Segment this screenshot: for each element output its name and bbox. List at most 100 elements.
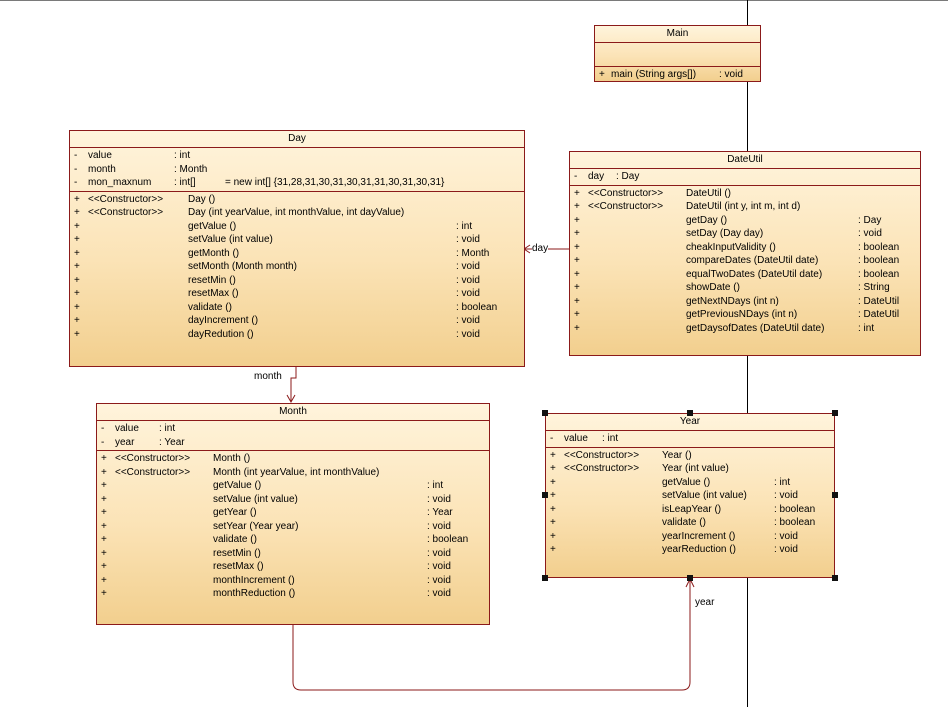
operation-row[interactable]: + resetMax (): void	[97, 560, 489, 574]
operation-row[interactable]: + <<Constructor>> Month ()	[97, 452, 489, 466]
return-type: : boolean	[456, 301, 498, 313]
attribute-row[interactable]: - value: int	[70, 149, 524, 163]
operation-row[interactable]: + getDaysofDates (DateUtil date): int	[570, 322, 920, 336]
operation-row[interactable]: + <<Constructor>> Day (int yearValue, int …	[70, 206, 524, 220]
visibility-marker: +	[74, 193, 80, 205]
operation-name: Day ()	[188, 193, 216, 205]
resize-handle-ne[interactable]	[832, 410, 838, 416]
operation-row[interactable]: + setValue (int value): void	[97, 493, 489, 507]
operation-row[interactable]: + yearIncrement (): void	[546, 530, 834, 544]
operation-row[interactable]: + getYear (): Year	[97, 506, 489, 520]
operation-row[interactable]: + getValue (): int	[546, 476, 834, 490]
visibility-marker: -	[574, 171, 578, 182]
diagram-canvas[interactable]: Main + main (String args[]): void Day - va…	[0, 0, 948, 707]
resize-handle-se[interactable]	[832, 575, 838, 581]
visibility-marker: +	[101, 507, 107, 518]
resize-handle-n[interactable]	[687, 410, 693, 416]
attribute-row[interactable]: - year: Year	[97, 436, 489, 450]
operation-row[interactable]: + getValue (): int	[97, 479, 489, 493]
return-type: : Day	[858, 214, 882, 226]
operation-name: setMonth (Month month)	[188, 261, 297, 272]
attribute-type: : Day	[616, 171, 640, 182]
class-day[interactable]: Day - value: int - month: Month - mon_maxnum:…	[69, 130, 525, 367]
resize-handle-w[interactable]	[542, 492, 548, 498]
stereotype-label: <<Constructor>>	[588, 201, 664, 212]
resize-handle-nw[interactable]	[542, 410, 548, 416]
operation-name: compareDates (DateUtil date)	[686, 255, 819, 266]
attribute-row[interactable]: - value: int	[546, 432, 834, 446]
operation-row[interactable]: + resetMax (): void	[70, 287, 524, 301]
operation-row[interactable]: + getValue (): int	[70, 220, 524, 234]
operation-name: getDay ()	[686, 214, 728, 226]
operation-row[interactable]: + <<Constructor>> Month (int yearValue, in…	[97, 466, 489, 480]
operation-row[interactable]: + resetMin (): void	[97, 547, 489, 561]
return-type: : void	[456, 288, 480, 299]
operations-section: + <<Constructor>> Year () + <<Constructor>> Y…	[546, 448, 834, 558]
operation-row[interactable]: + dayRedution (): void	[70, 328, 524, 342]
return-type: : void	[427, 574, 451, 586]
return-type: : void	[456, 274, 480, 286]
operation-row[interactable]: + cheakInputValidity (): boolean	[570, 241, 920, 255]
operation-name: validate ()	[213, 534, 257, 545]
operation-row[interactable]: + <<Constructor>> Year (int value)	[546, 462, 834, 476]
return-type: : void	[858, 228, 882, 239]
operation-row[interactable]: + monthReduction (): void	[97, 587, 489, 601]
operation-row[interactable]: + yearReduction (): void	[546, 543, 834, 557]
operation-row[interactable]: + showDate (): String	[570, 281, 920, 295]
operation-row[interactable]: + monthIncrement (): void	[97, 574, 489, 588]
operation-row[interactable]: + validate (): boolean	[97, 533, 489, 547]
class-main[interactable]: Main + main (String args[]): void	[594, 25, 761, 82]
visibility-marker: -	[550, 433, 554, 444]
operation-row[interactable]: + getPreviousNDays (int n): DateUtil	[570, 308, 920, 322]
operation-row[interactable]: + setValue (int value): void	[546, 489, 834, 503]
association-label-year[interactable]: year	[695, 597, 715, 608]
operation-row[interactable]: + setDay (Day day): void	[570, 227, 920, 241]
association-label-month[interactable]: month	[254, 371, 282, 382]
operation-row[interactable]: + resetMin (): void	[70, 274, 524, 288]
visibility-marker: +	[550, 476, 556, 488]
operation-row[interactable]: + setMonth (Month month): void	[70, 260, 524, 274]
visibility-marker: +	[101, 493, 107, 505]
visibility-marker: +	[574, 268, 580, 280]
attribute-row[interactable]: - value: int	[97, 422, 489, 436]
attribute-row[interactable]: - mon_maxnum: int[] = new int[] {31,28,31,…	[70, 176, 524, 190]
operation-row[interactable]: + validate (): boolean	[70, 301, 524, 315]
operation-row[interactable]: + getDay (): Day	[570, 214, 920, 228]
operation-name: main (String args[])	[611, 69, 697, 80]
visibility-marker: +	[101, 561, 107, 572]
visibility-marker: -	[101, 436, 105, 448]
operation-row[interactable]: + dayIncrement (): void	[70, 314, 524, 328]
attribute-row[interactable]: - day: Day	[570, 170, 920, 184]
operation-row[interactable]: + setValue (int value): void	[70, 233, 524, 247]
visibility-marker: +	[101, 466, 107, 478]
operation-row[interactable]: + compareDates (DateUtil date): boolean	[570, 254, 920, 268]
resize-handle-sw[interactable]	[542, 575, 548, 581]
resize-handle-e[interactable]	[832, 492, 838, 498]
attribute-row[interactable]: - month: Month	[70, 163, 524, 177]
operation-row[interactable]: + isLeapYear (): boolean	[546, 503, 834, 517]
operation-row[interactable]: + <<Constructor>> DateUtil ()	[570, 187, 920, 201]
operation-name: Year ()	[662, 449, 692, 461]
operation-row[interactable]: + getMonth (): Month	[70, 247, 524, 261]
attribute-type: : int	[159, 423, 176, 434]
operation-row[interactable]: + <<Constructor>> Day ()	[70, 193, 524, 207]
operation-row[interactable]: + setYear (Year year): void	[97, 520, 489, 534]
operation-name: yearReduction ()	[662, 544, 736, 555]
visibility-marker: +	[574, 228, 580, 239]
return-type: : void	[456, 234, 480, 245]
operation-row[interactable]: + main (String args[]): void	[595, 68, 760, 82]
operation-row[interactable]: + <<Constructor>> Year ()	[546, 449, 834, 463]
return-type: : boolean	[858, 268, 900, 280]
class-dateutil[interactable]: DateUtil - day: Day + <<Constructor>> DateU…	[569, 151, 921, 356]
operation-row[interactable]: + validate (): boolean	[546, 516, 834, 530]
operation-row[interactable]: + equalTwoDates (DateUtil date): boolean	[570, 268, 920, 282]
operation-name: DateUtil (int y, int m, int d)	[686, 201, 801, 212]
class-month[interactable]: Month - value: int - year: Year + <<Construc…	[96, 403, 490, 625]
visibility-marker: +	[74, 301, 80, 313]
class-year[interactable]: Year - value: int + <<Constructor>> Year ()…	[545, 413, 835, 578]
resize-handle-s[interactable]	[687, 575, 693, 581]
operation-row[interactable]: + getNextNDays (int n): DateUtil	[570, 295, 920, 309]
class-name: Main	[595, 26, 760, 43]
operation-row[interactable]: + <<Constructor>> DateUtil (int y, int m, …	[570, 200, 920, 214]
association-label-day[interactable]: day	[532, 243, 549, 254]
